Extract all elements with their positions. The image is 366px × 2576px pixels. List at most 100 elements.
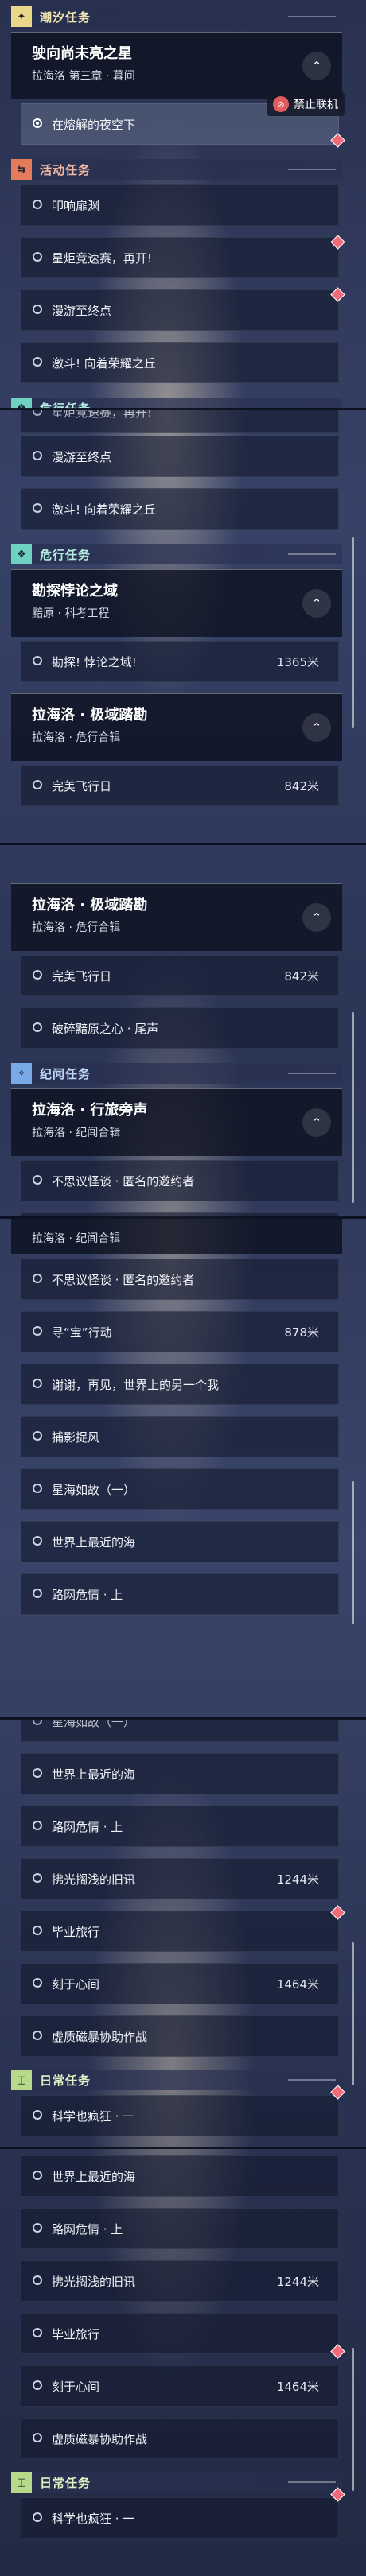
quest-step[interactable]: 不思议怪谈 · 匿名的邀约者 <box>21 1259 339 1300</box>
quest-subtitle: 拉海洛 · 纪闻合辑 <box>32 1127 121 1139</box>
quest-card-tide[interactable]: 驶向尚未亮之星 拉海洛 第三章 · 暮间 ⌃ <box>11 32 342 99</box>
step-radio-icon <box>33 2512 42 2522</box>
quest-step[interactable]: 谢谢，再见，世界上的另一个我 <box>21 1364 339 1405</box>
collapse-chevron-icon[interactable]: ⌃ <box>302 903 331 932</box>
step-radio-icon <box>33 1326 42 1336</box>
step-radio-icon <box>33 2223 42 2233</box>
step-label: 毕业旅行 <box>52 1925 100 1939</box>
activity-icon: ⇆ <box>11 159 32 180</box>
quest-step[interactable]: 星炬竞速赛，再开! <box>21 410 339 433</box>
quest-step[interactable]: 寻“宝”行动 878米 <box>21 1311 339 1352</box>
quest-step[interactable]: 刻于心间 1464米 <box>21 2365 339 2407</box>
quest-step[interactable]: 漫游至终点 <box>21 436 339 477</box>
quest-step[interactable]: 漫游至终点 <box>21 289 339 331</box>
quest-step[interactable]: 毕业旅行 <box>21 2313 339 2354</box>
collapse-chevron-icon[interactable]: ⌃ <box>302 52 331 80</box>
quest-step[interactable]: 拂光搁浅的旧讯 1244米 <box>21 2260 339 2302</box>
step-radio-icon <box>33 357 42 367</box>
distance-label: 1464米 <box>276 1977 319 1992</box>
step-label: 拂光搁浅的旧讯 <box>52 1872 136 1887</box>
quest-step[interactable]: 激斗! 向着荣耀之丘 <box>21 342 339 383</box>
quest-card-danger[interactable]: 勘探悖论之域 黯原 · 科考工程 ⌃ <box>11 569 342 637</box>
quest-card-chronicle[interactable]: 拉海洛 · 行旅旁声 拉海洛 · 纪闻合辑 ⌃ <box>11 1088 342 1156</box>
step-label: 破碎黯原之心 · 尾声 <box>52 1022 159 1036</box>
quest-step[interactable]: 叩响扉渊 <box>21 184 339 226</box>
quest-subtitle: 拉海洛 · 纪闻合辑 <box>32 1232 121 1245</box>
step-radio-icon <box>33 252 42 262</box>
step-radio-icon <box>33 1821 42 1830</box>
quest-step[interactable]: 世界上最近的海 <box>21 1753 339 1794</box>
multiplayer-badge: ⊘ 禁止联机 <box>267 92 345 116</box>
step-label: 寻“宝”行动 <box>52 1325 112 1340</box>
quest-step[interactable]: 毕业旅行 <box>21 1911 339 1952</box>
decor-stripe <box>288 553 336 555</box>
collapse-chevron-icon[interactable]: ⌃ <box>302 1108 331 1137</box>
step-label: 漫游至终点 <box>52 304 112 318</box>
scrollbar[interactable] <box>352 2348 354 2491</box>
quest-step[interactable]: 路网危情 · 上 <box>21 2208 339 2249</box>
quest-step[interactable]: 捕影捉风 <box>21 1416 339 1457</box>
step-radio-icon <box>33 1431 42 1441</box>
scrollbar[interactable] <box>352 537 354 728</box>
category-label: 日常任务 <box>40 2073 92 2088</box>
quest-card-danger-2[interactable]: 拉海洛 · 极域踏勘 拉海洛 · 危行合辑 ⌃ <box>11 693 342 761</box>
quest-card-chronicle[interactable]: 拉海洛 · 纪闻合辑 <box>11 1219 342 1254</box>
category-label: 危行任务 <box>40 547 92 562</box>
scrollbar[interactable] <box>352 1012 354 1203</box>
category-daily[interactable]: ◫ 日常任务 <box>11 2070 342 2090</box>
step-radio-icon <box>33 656 42 665</box>
category-daily[interactable]: ◫ 日常任务 <box>11 2472 342 2493</box>
quest-step[interactable]: 路网危情 · 上 <box>21 1806 339 1847</box>
distance-label: 1365米 <box>276 655 319 669</box>
step-label: 科学也疯狂 · 一 <box>52 2512 135 2526</box>
step-radio-icon <box>33 970 42 980</box>
multiplayer-label: 禁止联机 <box>294 99 338 111</box>
screen-6: 世界上最近的海 路网危情 · 上 拂光搁浅的旧讯 1244米 毕业旅行 刻于心间 1… <box>0 2149 366 2576</box>
collapse-chevron-icon[interactable]: ⌃ <box>302 713 331 742</box>
quest-step[interactable]: 不思议怪谈 · 匿名的邀约者 <box>21 1160 339 1201</box>
quest-step[interactable]: 完美飞行日 842米 <box>21 765 339 806</box>
quest-step[interactable]: 星海如故（一） <box>21 1720 339 1742</box>
step-label: 捕影捉风 <box>52 1430 100 1445</box>
decor-stripe <box>288 2079 336 2081</box>
step-radio-icon <box>33 1768 42 1778</box>
step-label: 勘探! 悖论之域! <box>52 655 137 669</box>
scrollbar[interactable] <box>352 1942 354 2085</box>
category-label: 潮汐任务 <box>40 10 92 25</box>
quest-step[interactable]: 科学也疯狂 · 一 <box>21 2497 339 2539</box>
quest-step[interactable]: 星炬竞速赛，再开! <box>21 237 339 278</box>
category-tide[interactable]: ✦ 潮汐任务 <box>11 6 342 27</box>
distance-label: 1244米 <box>276 1872 319 1887</box>
quest-subtitle: 拉海洛 第三章 · 暮间 <box>32 70 135 83</box>
quest-step[interactable]: 虚质磁暴协助作战 <box>21 2418 339 2459</box>
category-activity[interactable]: ⇆ 活动任务 <box>11 159 342 180</box>
category-danger[interactable]: ❖ 危行任务 <box>11 544 342 564</box>
quest-subtitle: 黯原 · 科考工程 <box>32 607 110 620</box>
step-label: 世界上最近的海 <box>52 1535 136 1550</box>
step-label: 星海如故（一） <box>52 1720 136 1729</box>
quest-card-danger-2[interactable]: 拉海洛 · 极域踏勘 拉海洛 · 危行合辑 ⌃ <box>11 883 342 951</box>
quest-title: 驶向尚未亮之星 <box>32 45 132 62</box>
quest-step[interactable]: 勘探! 悖论之域! 1365米 <box>21 641 339 682</box>
quest-step[interactable]: 路网危情 · 上 <box>21 1573 339 1615</box>
step-radio-icon <box>33 451 42 460</box>
category-label: 活动任务 <box>40 162 92 177</box>
scrollbar[interactable] <box>352 1481 354 1624</box>
step-radio-icon <box>33 1926 42 1935</box>
quest-step[interactable]: 激斗! 向着荣耀之丘 <box>21 488 339 530</box>
collapse-chevron-icon[interactable]: ⌃ <box>302 589 331 618</box>
step-label: 拂光搁浅的旧讯 <box>52 2275 136 2289</box>
step-radio-icon <box>33 2380 42 2390</box>
quest-step[interactable]: 破碎黯原之心 · 尾声 <box>21 1007 339 1049</box>
screen-4: 拉海洛 · 纪闻合辑 不思议怪谈 · 匿名的邀约者 寻“宝”行动 878米 谢谢，… <box>0 1219 366 1717</box>
quest-step[interactable]: 科学也疯狂 · 一 <box>21 2095 339 2136</box>
quest-step[interactable]: 世界上最近的海 <box>21 2155 339 2197</box>
quest-step[interactable]: 星海如故（一） <box>21 1468 339 1510</box>
step-radio-icon <box>33 2171 42 2180</box>
quest-step[interactable]: 拂光搁浅的旧讯 1244米 <box>21 1858 339 1899</box>
quest-step[interactable]: 刻于心间 1464米 <box>21 1963 339 2004</box>
category-chronicle[interactable]: ✧ 纪闻任务 <box>11 1063 342 1084</box>
quest-step[interactable]: 虚质磁暴协助作战 <box>21 2015 339 2057</box>
quest-step[interactable]: 完美飞行日 842米 <box>21 955 339 996</box>
quest-step[interactable]: 世界上最近的海 <box>21 1521 339 1562</box>
